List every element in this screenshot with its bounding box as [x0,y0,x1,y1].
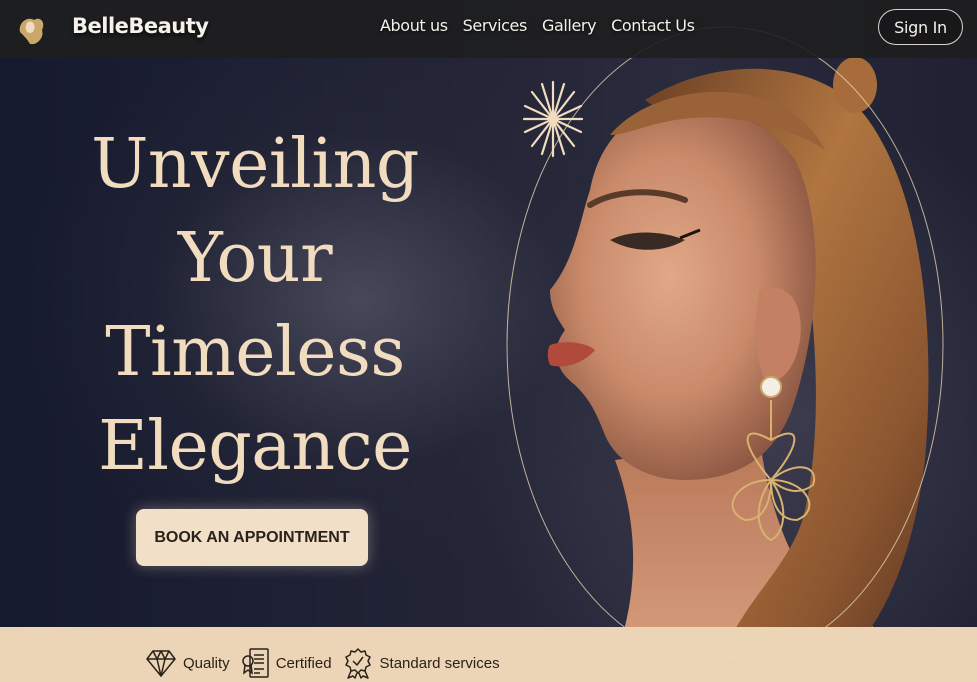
diamond-icon [146,650,176,677]
nav-gallery[interactable]: Gallery [542,16,597,35]
certificate-icon [241,648,269,678]
brand-name[interactable]: BelleBeauty [72,14,209,38]
award-badge-icon [344,648,371,679]
feature-standard-services-label: Standard services [379,654,500,672]
main-nav: About us Services Gallery Contact Us [380,16,695,35]
headline-line-3: Timeless [105,313,405,392]
features-list: Quality Certified Standard services [145,647,500,679]
feature-certified-label: Certified [275,654,332,672]
feature-quality-label: Quality [183,654,230,672]
nav-contact-us[interactable]: Contact Us [611,16,695,35]
woman-silhouette-logo-icon[interactable] [14,12,50,46]
nav-about-us[interactable]: About us [380,16,448,35]
starburst-icon [522,80,584,158]
hero-headline: Unveiling Your Timeless Elegance [70,118,440,494]
headline-line-2: Your [177,219,333,298]
sign-in-button[interactable]: Sign In [878,9,963,45]
feature-quality: Quality [145,648,230,678]
headline-line-1: Unveiling [91,125,419,204]
feature-certified: Certified [240,647,332,679]
headline-line-4: Elegance [98,407,412,486]
top-navbar: BelleBeauty About us Services Gallery Co… [0,0,977,58]
feature-standard-services: Standard services [342,647,500,679]
nav-services[interactable]: Services [463,16,528,35]
book-appointment-button[interactable]: BOOK AN APPOINTMENT [136,509,368,566]
